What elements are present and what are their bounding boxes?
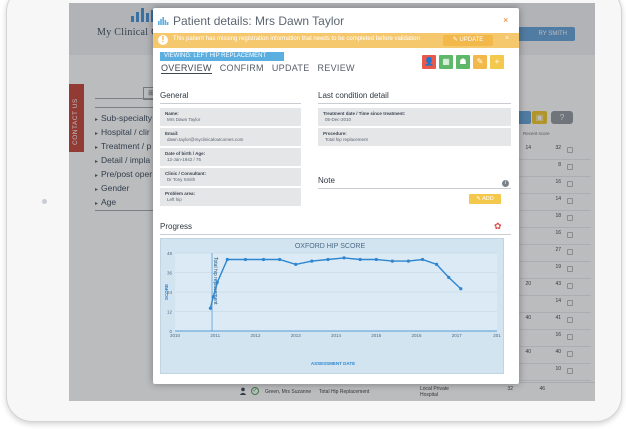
data-point[interactable] xyxy=(459,287,463,291)
pulse-icon xyxy=(158,17,169,25)
add-note-button[interactable]: ✎ ADD xyxy=(469,194,501,204)
divider xyxy=(318,188,511,189)
data-point[interactable] xyxy=(326,257,330,262)
divider xyxy=(160,103,301,104)
update-button[interactable]: ✎ UPDATE xyxy=(443,35,493,46)
stage: My Clinical Out RY SMITH CONTACT US ⊞ ▸ S… xyxy=(0,0,626,429)
data-point[interactable] xyxy=(447,275,451,279)
tab-confirm[interactable]: CONFIRM xyxy=(220,63,264,74)
note-heading: Note xyxy=(318,176,335,185)
data-point[interactable] xyxy=(342,256,346,260)
field-value: Total hip replacement xyxy=(325,137,368,142)
x-tick-label: 201 xyxy=(493,333,501,338)
warning-alert: ! This patient has missing registration … xyxy=(153,33,519,48)
add-note-label: ADD xyxy=(482,196,494,202)
data-point[interactable] xyxy=(225,257,229,262)
data-point[interactable] xyxy=(374,257,378,262)
x-tick-label: 2012 xyxy=(250,333,261,338)
tab-review[interactable]: REVIEW xyxy=(318,63,355,74)
info-icon[interactable]: i xyxy=(502,180,509,187)
tablet-camera xyxy=(42,199,47,204)
x-tick-label: 2013 xyxy=(291,333,302,338)
x-axis-label: ASSESSMENT DATE xyxy=(311,361,355,366)
calendar-icon[interactable]: ▦ xyxy=(439,55,453,69)
data-point[interactable] xyxy=(310,259,314,263)
data-point[interactable] xyxy=(420,257,425,262)
data-point[interactable] xyxy=(208,306,213,310)
field-label: Name: xyxy=(165,111,179,116)
data-point[interactable] xyxy=(261,257,266,262)
y-tick-label: 48 xyxy=(167,251,173,256)
tablet-frame: My Clinical Out RY SMITH CONTACT US ⊞ ▸ S… xyxy=(6,0,622,422)
data-point[interactable] xyxy=(243,257,248,262)
data-point[interactable] xyxy=(390,259,394,263)
close-icon[interactable]: × xyxy=(503,15,508,25)
update-button-label: UPDATE xyxy=(459,37,484,43)
tab-bar: OVERVIEW CONFIRM UPDATE REVIEW xyxy=(161,63,355,74)
gear-icon[interactable]: ✿ xyxy=(494,221,502,232)
info-field: Clinic / Consultant: Dr Tony Smith xyxy=(160,168,301,186)
field-label: Email: xyxy=(165,131,179,136)
action-icon-bar: 👤 ▦ ☗ ✎ + xyxy=(422,55,504,69)
info-field: Name: Mrs Dawn Taylor xyxy=(160,108,301,126)
field-value: 12-Jan-1942 / 75 xyxy=(167,157,202,162)
viewing-badge: VIEWING: LEFT HIP REPLACEMENT xyxy=(160,52,284,61)
data-point[interactable] xyxy=(435,262,439,266)
edit-patient-icon[interactable]: ✎ xyxy=(473,55,487,69)
alert-text: This patient has missing registration in… xyxy=(173,36,420,42)
alert-close-icon[interactable]: × xyxy=(505,35,509,42)
info-field: Procedure: Total hip replacement xyxy=(318,128,511,146)
x-tick-label: 2011 xyxy=(210,333,220,338)
field-label: Problem area: xyxy=(165,191,196,196)
data-point[interactable] xyxy=(294,262,298,266)
condition-heading: Last condition detail xyxy=(318,91,389,100)
y-tick-label: 12 xyxy=(167,309,173,314)
data-point[interactable] xyxy=(278,257,282,262)
info-field: Email: dawn.taylor@myclinicaloutcomes.com xyxy=(160,128,301,146)
field-value: Dr Tony Smith xyxy=(167,177,196,182)
info-field: Treatment date / Time since treatment: 05… xyxy=(318,108,511,126)
x-tick-label: 2015 xyxy=(371,333,382,338)
field-label: Date of birth / Age: xyxy=(165,151,206,156)
data-point[interactable] xyxy=(215,280,219,284)
warning-icon: ! xyxy=(158,35,168,45)
x-tick-label: 2017 xyxy=(452,333,463,338)
divider xyxy=(160,234,511,235)
chart-svg: 0122436482010 2011 2012 2013 2014 2015 2016 201… xyxy=(164,243,501,366)
info-field: Problem area: Left hip xyxy=(160,188,301,206)
x-tick-label: 2010 xyxy=(170,333,181,338)
field-value: 05-Dec-2010 xyxy=(325,117,352,122)
data-point[interactable] xyxy=(211,295,215,299)
oxford-hip-score-chart: 0 12 24 36 48 2010 2011 2012 2013 2014 2015 2016 201… xyxy=(160,238,504,374)
field-label: Procedure: xyxy=(323,131,347,136)
x-tick-label: 2016 xyxy=(411,333,422,338)
field-value: Left hip xyxy=(167,197,182,202)
field-value: Mrs Dawn Taylor xyxy=(167,117,201,122)
info-field: Date of birth / Age: 12-Jan-1942 / 75 xyxy=(160,148,301,166)
chart-title: OXFORD HIP SCORE xyxy=(295,243,366,250)
progress-heading: Progress xyxy=(160,222,193,231)
team-icon[interactable]: ☗ xyxy=(456,55,470,69)
field-label: Clinic / Consultant: xyxy=(165,171,206,176)
modal-header: Patient details: Mrs Dawn Taylor × xyxy=(153,8,519,33)
data-point[interactable] xyxy=(406,259,411,263)
field-label: Treatment date / Time since treatment: xyxy=(323,111,406,116)
patient-red-icon[interactable]: 👤 xyxy=(422,55,436,69)
general-heading: General xyxy=(160,91,189,100)
patient-details-modal: Patient details: Mrs Dawn Taylor × ! Thi… xyxy=(153,8,519,384)
data-point[interactable] xyxy=(358,257,362,262)
tab-overview[interactable]: OVERVIEW xyxy=(161,63,212,74)
modal-title: Patient details: Mrs Dawn Taylor xyxy=(173,14,345,28)
y-tick-label: 36 xyxy=(167,270,173,275)
field-value: dawn.taylor@myclinicaloutcomes.com xyxy=(167,137,244,142)
divider xyxy=(318,103,511,104)
y-axis-label: SCORE xyxy=(164,284,169,300)
tab-update[interactable]: UPDATE xyxy=(272,63,310,74)
x-tick-label: 2014 xyxy=(331,333,342,338)
user-add-icon[interactable]: + xyxy=(490,55,504,69)
screen: My Clinical Out RY SMITH CONTACT US ⊞ ▸ S… xyxy=(69,3,595,401)
